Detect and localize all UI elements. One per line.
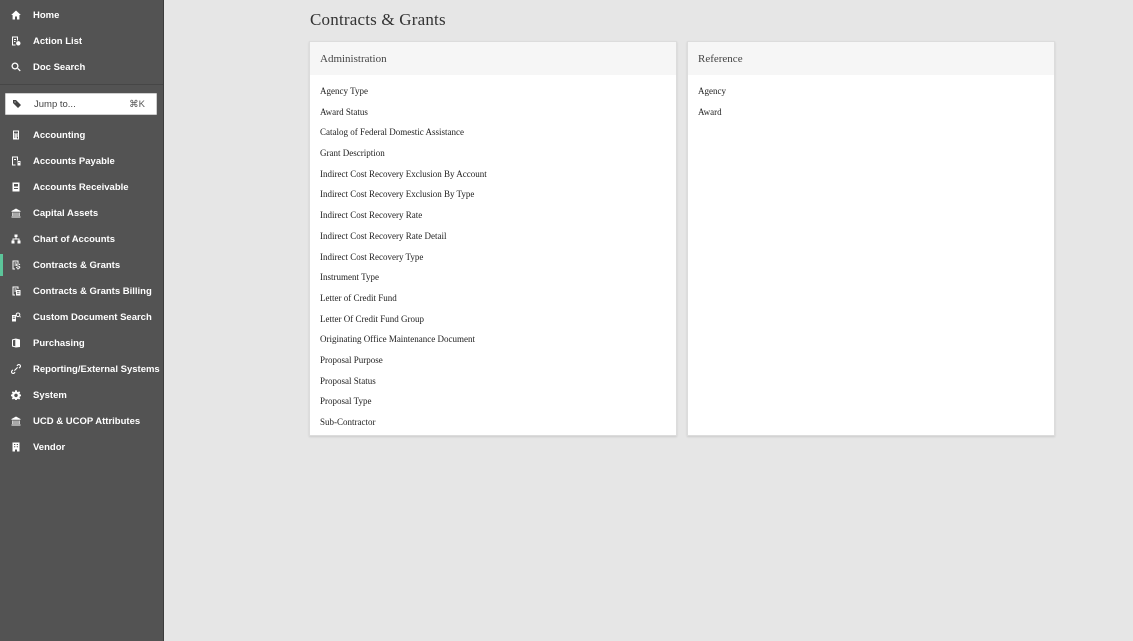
link-agency-type[interactable]: Agency Type [320,81,487,102]
nav-system-label: System [33,389,67,401]
jump-to-placeholder: Jump to... [34,98,76,110]
gear-icon [10,389,22,401]
link-icr-exclusion-by-account[interactable]: Indirect Cost Recovery Exclusion By Acco… [320,164,487,185]
institution-icon [10,415,22,427]
nav-capital-assets[interactable]: Capital Assets [0,200,163,226]
nav-contracts-grants[interactable]: Contracts & Grants [0,252,163,278]
nav-vendor-label: Vendor [33,441,66,453]
calculator-icon [10,129,22,141]
nav-ucd-ucop-attributes-label: UCD & UCOP Attributes [33,415,141,427]
nav-custom-document-search-label: Custom Document Search [33,311,152,323]
nav-contracts-grants-label: Contracts & Grants [33,259,121,271]
link-letter-of-credit-fund-group[interactable]: Letter Of Credit Fund Group [320,309,487,330]
reference-links: Agency Award [698,81,726,122]
jump-shortcut: ⌘K [129,98,145,110]
link-sub-contractor[interactable]: Sub-Contractor [320,412,487,433]
nav-chart-of-accounts[interactable]: Chart of Accounts [0,226,163,252]
sidebar: Home Action List Doc Search Jump to... ⌘… [0,0,164,641]
link-instrument-type[interactable]: Instrument Type [320,267,487,288]
accounts-payable-icon [10,155,22,167]
link-letter-of-credit-fund[interactable]: Letter of Credit Fund [320,288,487,309]
nav-accounting[interactable]: Accounting [0,122,163,148]
search-icon [10,61,22,73]
nav-accounts-payable[interactable]: Accounts Payable [0,148,163,174]
link-award-status[interactable]: Award Status [320,102,487,123]
administration-panel-header: Administration [310,42,676,75]
reference-panel-header: Reference [688,42,1054,75]
nav-purchasing[interactable]: Purchasing [0,330,163,356]
nav-capital-assets-label: Capital Assets [33,207,99,219]
building-icon [10,441,22,453]
link-icr-type[interactable]: Indirect Cost Recovery Type [320,247,487,268]
nav-home-label: Home [33,9,60,21]
link-proposal-type[interactable]: Proposal Type [320,391,487,412]
link-icr-exclusion-by-type[interactable]: Indirect Cost Recovery Exclusion By Type [320,184,487,205]
link-proposal-status[interactable]: Proposal Status [320,371,487,392]
nav-system[interactable]: System [0,382,163,408]
link-agency[interactable]: Agency [698,81,726,102]
link-icr-rate[interactable]: Indirect Cost Recovery Rate [320,205,487,226]
page-title: Contracts & Grants [310,10,446,29]
administration-panel: Administration Agency Type Award Status … [309,41,677,436]
link-proposal-purpose[interactable]: Proposal Purpose [320,350,487,371]
nav-reporting-external-systems-label: Reporting/External Systems [33,363,160,375]
nav-accounts-receivable-label: Accounts Receivable [33,181,129,193]
nav-action-list[interactable]: Action List [0,28,163,54]
sidebar-divider [0,84,163,85]
nav-accounts-receivable[interactable]: Accounts Receivable [0,174,163,200]
purchasing-icon [10,337,22,349]
document-search-icon [10,311,22,323]
link-originating-office-maintenance-document[interactable]: Originating Office Maintenance Document [320,329,487,350]
nav-custom-document-search[interactable]: Custom Document Search [0,304,163,330]
nav-purchasing-label: Purchasing [33,337,85,349]
nav-chart-of-accounts-label: Chart of Accounts [33,233,115,245]
link-icr-rate-detail[interactable]: Indirect Cost Recovery Rate Detail [320,226,487,247]
billing-icon [10,285,22,297]
nav-doc-search[interactable]: Doc Search [0,54,163,80]
nav-vendor[interactable]: Vendor [0,434,163,460]
nav-accounts-payable-label: Accounts Payable [33,155,115,167]
grants-icon [10,259,22,271]
nav-doc-search-label: Doc Search [33,61,86,73]
home-icon [10,9,22,21]
reference-panel: Reference Agency Award [687,41,1055,436]
jump-to-input[interactable]: Jump to... ⌘K [5,93,157,115]
nav-ucd-ucop-attributes[interactable]: UCD & UCOP Attributes [0,408,163,434]
nav-contracts-grants-billing[interactable]: Contracts & Grants Billing [0,278,163,304]
sitemap-icon [10,233,22,245]
link-grant-description[interactable]: Grant Description [320,143,487,164]
bank-icon [10,207,22,219]
nav-contracts-grants-billing-label: Contracts & Grants Billing [33,285,152,297]
link-icon [10,363,22,375]
nav-reporting-external-systems[interactable]: Reporting/External Systems [0,356,163,382]
action-list-icon [10,35,22,47]
link-award[interactable]: Award [698,102,726,123]
accounts-receivable-icon [10,181,22,193]
link-catalog-federal-domestic-assistance[interactable]: Catalog of Federal Domestic Assistance [320,122,487,143]
nav-home[interactable]: Home [0,2,163,28]
nav-accounting-label: Accounting [33,129,86,141]
jump-icon [11,99,23,109]
administration-links: Agency Type Award Status Catalog of Fede… [320,81,487,433]
nav-action-list-label: Action List [33,35,83,47]
